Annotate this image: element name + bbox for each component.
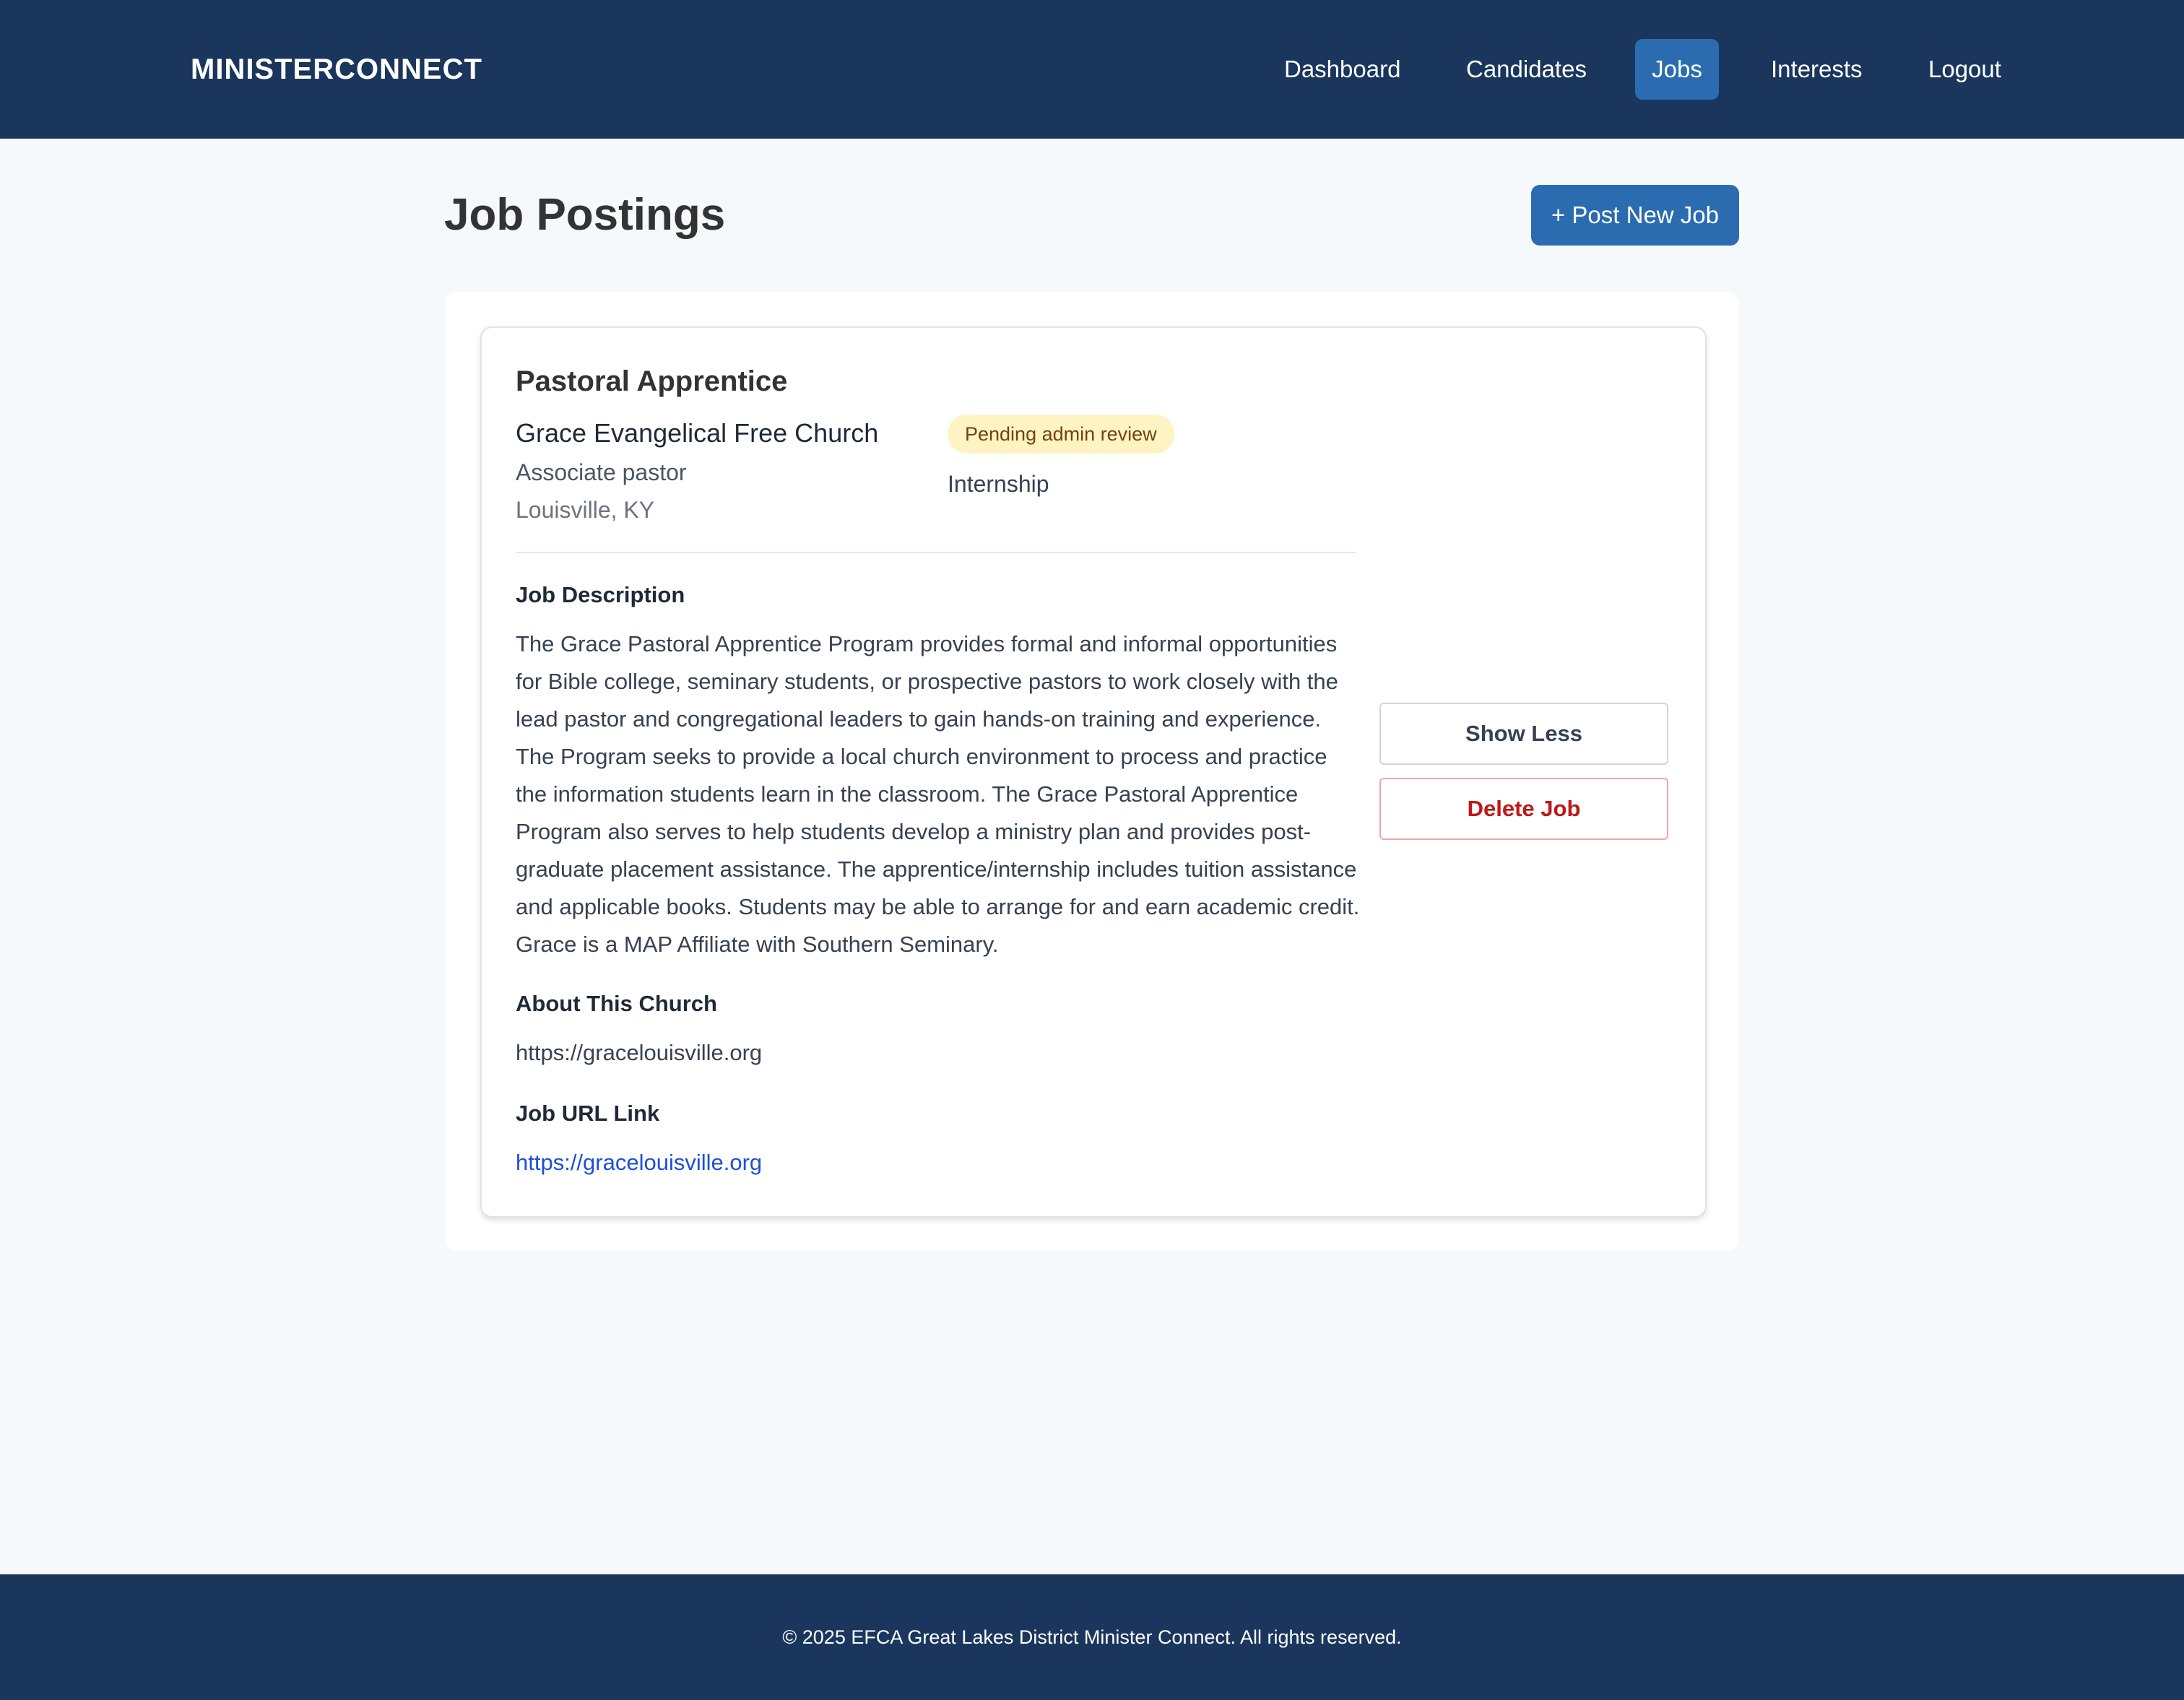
page-title: Job Postings — [444, 190, 726, 240]
job-location: Louisville, KY — [516, 497, 655, 523]
main-nav: Dashboard Candidates Jobs Interests Logo… — [0, 0, 2184, 139]
footer-copyright: © 2025 EFCA Great Lakes District Ministe… — [782, 1626, 1402, 1648]
church-name: Grace Evangelical Free Church — [516, 418, 879, 448]
job-url-link[interactable]: https://gracelouisville.org — [516, 1145, 762, 1180]
about-church-text: https://gracelouisville.org — [516, 1040, 763, 1065]
delete-job-button[interactable]: Delete Job — [1379, 778, 1668, 840]
top-navbar: MINISTERCONNECT Dashboard Candidates Job… — [0, 0, 2184, 139]
job-description-heading: Job Description — [516, 582, 685, 607]
nav-candidates[interactable]: Candidates — [1466, 39, 1587, 100]
nav-dashboard[interactable]: Dashboard — [1284, 39, 1400, 100]
about-church-heading: About This Church — [516, 991, 717, 1016]
footer: © 2025 EFCA Great Lakes District Ministe… — [0, 1574, 2184, 1700]
job-title: Pastoral Apprentice — [516, 365, 788, 397]
divider — [516, 552, 1356, 553]
nav-interests[interactable]: Interests — [1771, 39, 1863, 100]
nav-jobs[interactable]: Jobs — [1635, 39, 1719, 100]
status-badge: Pending admin review — [948, 415, 1174, 454]
job-description-text: The Grace Pastoral Apprentice Program pr… — [516, 631, 1360, 957]
job-url-heading: Job URL Link — [516, 1101, 660, 1126]
post-new-job-button[interactable]: + Post New Job — [1531, 185, 1739, 246]
position-type: Associate pastor — [516, 459, 687, 485]
show-less-button[interactable]: Show Less — [1379, 703, 1668, 765]
nav-logout[interactable]: Logout — [1928, 39, 2001, 100]
job-type: Internship — [948, 471, 1049, 497]
